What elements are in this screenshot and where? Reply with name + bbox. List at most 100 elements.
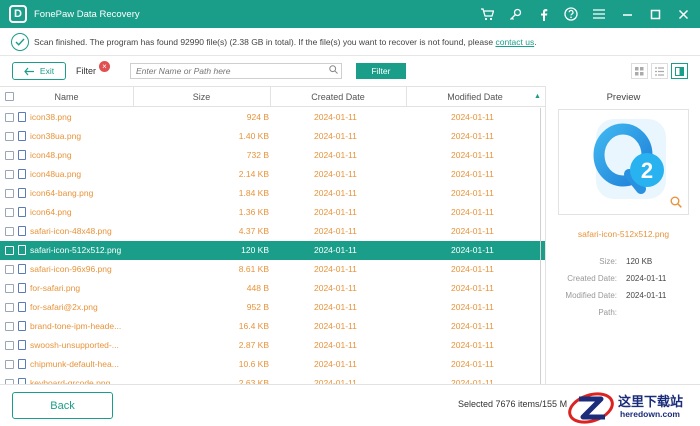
scan-message: Scan finished. The program has found 929… (34, 36, 537, 47)
minimize-icon[interactable] (616, 3, 638, 25)
cell-created: 2024-01-11 (314, 283, 357, 293)
menu-icon[interactable] (588, 3, 610, 25)
back-button[interactable]: Back (12, 392, 113, 419)
app-logo-icon: D (9, 5, 27, 23)
preview-image-box[interactable]: 2 (558, 109, 689, 215)
cell-modified: 2024-01-11 (451, 340, 494, 350)
row-checkbox[interactable] (5, 360, 14, 369)
cell-name: keyboard-qrcode.png (30, 378, 111, 384)
search-icon[interactable] (329, 65, 338, 76)
list-view-icon[interactable] (651, 63, 668, 79)
column-header-size[interactable]: Size (133, 87, 270, 107)
row-checkbox[interactable] (5, 303, 14, 312)
cell-created: 2024-01-11 (314, 226, 357, 236)
file-icon (18, 112, 26, 122)
table-row[interactable]: for-safari@2x.png 952 B 2024-01-11 2024-01-… (0, 298, 545, 317)
row-checkbox[interactable] (5, 189, 14, 198)
help-icon[interactable] (560, 3, 582, 25)
row-checkbox[interactable] (5, 113, 14, 122)
contact-us-link[interactable]: contact us (495, 37, 534, 47)
cell-name: safari-icon-96x96.png (30, 264, 112, 274)
cell-created: 2024-01-11 (314, 245, 357, 255)
meta-created: Created Date: 2024-01-11 (567, 274, 667, 283)
column-header-created[interactable]: Created Date (270, 87, 406, 107)
table-row[interactable]: for-safari.png 448 B 2024-01-11 2024-01-11 (0, 279, 545, 298)
row-checkbox[interactable] (5, 208, 14, 217)
table-row[interactable]: icon64-bang.png 1.84 KB 2024-01-11 2024-01-… (0, 184, 545, 203)
table-body: icon38.png 924 B 2024-01-11 2024-01-11 icon3… (0, 108, 545, 384)
preview-title: Preview (606, 92, 641, 103)
cell-created: 2024-01-11 (314, 302, 357, 312)
facebook-icon[interactable] (532, 3, 554, 25)
cell-name: brand-tone-ipm-heade... (30, 321, 122, 331)
table-row[interactable]: icon38ua.png 1.40 KB 2024-01-11 2024-01-11 (0, 127, 545, 146)
table-row[interactable]: safari-icon-96x96.png 8.61 KB 2024-01-11 20… (0, 260, 545, 279)
maximize-icon[interactable] (644, 3, 666, 25)
table-row[interactable]: safari-icon-48x48.png 4.37 KB 2024-01-11 20… (0, 222, 545, 241)
table-row[interactable]: icon64.png 1.36 KB 2024-01-11 2024-01-11 (0, 203, 545, 222)
table-scrollbar[interactable] (538, 108, 543, 384)
file-table: Name Size Created Date Modified Date ▲ i… (0, 86, 545, 384)
cell-modified: 2024-01-11 (451, 226, 494, 236)
row-checkbox[interactable] (5, 151, 14, 160)
table-row[interactable]: safari-icon-512x512.png 120 KB 2024-01-11 2… (0, 241, 545, 260)
file-icon (18, 264, 26, 274)
table-row[interactable]: icon38.png 924 B 2024-01-11 2024-01-11 (0, 108, 545, 127)
row-checkbox[interactable] (5, 246, 14, 255)
cell-size: 448 B (246, 283, 269, 293)
row-checkbox[interactable] (5, 227, 14, 236)
zoom-icon[interactable] (670, 196, 682, 208)
cell-size: 8.61 KB (238, 264, 269, 274)
row-checkbox[interactable] (5, 284, 14, 293)
grid-view-icon[interactable] (631, 63, 648, 79)
cell-name: icon48ua.png (30, 169, 82, 179)
preview-filename: safari-icon-512x512.png (577, 229, 670, 239)
cell-modified: 2024-01-11 (451, 188, 494, 198)
cell-size: 2.63 KB (238, 378, 269, 384)
row-checkbox[interactable] (5, 132, 14, 141)
file-icon (18, 150, 26, 160)
meta-size: Size: 120 KB (599, 257, 653, 266)
table-row[interactable]: brand-tone-ipm-heade... 16.4 KB 2024-01-11… (0, 317, 545, 336)
cart-icon[interactable] (476, 3, 498, 25)
cell-name: swoosh-unsupported-... (30, 340, 119, 350)
cell-size: 120 KB (241, 245, 269, 255)
cell-modified: 2024-01-11 (451, 207, 494, 217)
search-input[interactable] (130, 63, 342, 79)
column-header-modified[interactable]: Modified Date (406, 87, 544, 107)
table-row[interactable]: keyboard-qrcode.png 2.63 KB 2024-01-11 2024… (0, 374, 545, 384)
file-icon (18, 321, 26, 331)
key-icon[interactable] (504, 3, 526, 25)
file-icon (18, 340, 26, 350)
table-row[interactable]: icon48.png 732 B 2024-01-11 2024-01-11 (0, 146, 545, 165)
sort-ascending-icon[interactable]: ▲ (534, 93, 541, 100)
cell-name: chipmunk-default-hea... (30, 359, 119, 369)
table-row[interactable]: icon48ua.png 2.14 KB 2024-01-11 2024-01-11 (0, 165, 545, 184)
cell-name: for-safari.png (30, 283, 81, 293)
table-row[interactable]: chipmunk-default-hea... 10.6 KB 2024-01-11… (0, 355, 545, 374)
cell-modified: 2024-01-11 (451, 169, 494, 179)
cell-size: 2.87 KB (238, 340, 269, 350)
cell-created: 2024-01-11 (314, 131, 357, 141)
filter-button[interactable]: Filter (356, 63, 406, 79)
row-checkbox[interactable] (5, 170, 14, 179)
scan-status-bar: Scan finished. The program has found 929… (0, 28, 700, 56)
row-checkbox[interactable] (5, 341, 14, 350)
cell-name: icon48.png (30, 150, 72, 160)
cell-modified: 2024-01-11 (451, 245, 494, 255)
column-header-name[interactable]: Name (0, 87, 133, 107)
exit-button[interactable]: Exit (12, 62, 66, 80)
row-checkbox[interactable] (5, 265, 14, 274)
cell-modified: 2024-01-11 (451, 359, 494, 369)
cell-created: 2024-01-11 (314, 207, 357, 217)
cell-size: 924 B (246, 112, 269, 122)
clear-filter-icon[interactable]: × (99, 61, 110, 72)
file-icon (18, 359, 26, 369)
close-icon[interactable] (672, 3, 694, 25)
cell-created: 2024-01-11 (314, 188, 357, 198)
row-checkbox[interactable] (5, 322, 14, 331)
cell-created: 2024-01-11 (314, 112, 357, 122)
detail-view-icon[interactable] (671, 63, 688, 79)
meta-modified: Modified Date: 2024-01-11 (565, 291, 667, 300)
table-row[interactable]: swoosh-unsupported-... 2.87 KB 2024-01-11 2… (0, 336, 545, 355)
